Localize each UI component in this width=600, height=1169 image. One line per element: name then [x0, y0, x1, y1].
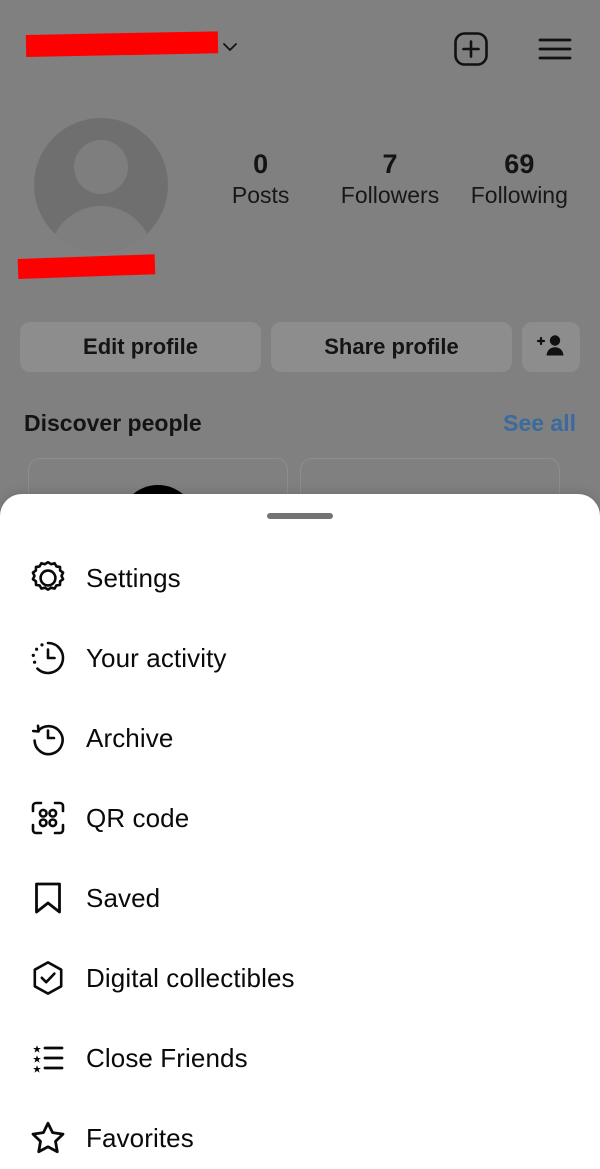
menu-item-your-activity-label: Your activity [86, 642, 227, 673]
add-person-button[interactable] [522, 322, 580, 372]
profile-action-row: Edit profile Share profile [20, 322, 580, 372]
add-person-icon [536, 331, 566, 364]
star-icon [28, 1118, 68, 1158]
menu-item-close-friends[interactable]: Close Friends [0, 1018, 600, 1098]
edit-profile-button[interactable]: Edit profile [20, 322, 261, 372]
menu-item-archive-label: Archive [86, 722, 174, 753]
menu-item-archive[interactable]: Archive [0, 698, 600, 778]
stat-posts-value: 0 [253, 149, 269, 179]
avatar-body [49, 206, 153, 252]
plus-square-icon[interactable] [452, 30, 490, 68]
menu-item-saved[interactable]: Saved [0, 858, 600, 938]
top-bar [0, 0, 600, 98]
discover-people-row: Discover people See all [24, 410, 576, 437]
default-avatar-icon[interactable] [34, 118, 168, 252]
bottom-sheet-menu: Settings Your activity Archive QR code S… [0, 494, 600, 1169]
qr-code-icon [28, 798, 68, 838]
header-actions [452, 30, 574, 68]
stat-following-value: 69 [504, 149, 535, 179]
avatar-head [74, 140, 128, 194]
menu-item-close-friends-label: Close Friends [86, 1042, 248, 1073]
stat-followers-value: 7 [382, 149, 398, 179]
menu-item-settings-label: Settings [86, 562, 181, 593]
archive-clock-back-icon [28, 718, 68, 758]
display-name-redaction-bar [17, 254, 156, 279]
menu-item-settings[interactable]: Settings [0, 538, 600, 618]
gear-icon [28, 558, 68, 598]
drag-handle[interactable] [267, 513, 333, 519]
stat-following-label: Following [470, 182, 568, 208]
menu-item-digital-collectibles-label: Digital collectibles [86, 962, 295, 993]
profile-stats: 0 Posts 7 Followers 69 Following [196, 148, 584, 210]
menu-item-your-activity[interactable]: Your activity [0, 618, 600, 698]
menu-item-saved-label: Saved [86, 882, 161, 913]
stat-following[interactable]: 69 Following [455, 148, 584, 210]
menu-item-qr-code[interactable]: QR code [0, 778, 600, 858]
suggestion-card-next[interactable] [300, 458, 560, 499]
menu-item-qr-code-label: QR code [86, 802, 190, 833]
stat-followers[interactable]: 7 Followers [325, 148, 454, 210]
stat-posts[interactable]: 0 Posts [196, 148, 325, 210]
menu-item-favorites-label: Favorites [86, 1122, 194, 1153]
bookmark-icon [28, 878, 68, 918]
stat-posts-label: Posts [231, 182, 290, 208]
username-redaction-bar [25, 31, 219, 57]
menu-item-digital-collectibles[interactable]: Digital collectibles [0, 938, 600, 1018]
chevron-down-icon[interactable] [221, 38, 239, 56]
share-profile-button[interactable]: Share profile [271, 322, 512, 372]
instagram-profile-screen: 0 Posts 7 Followers 69 Following Edit pr… [0, 0, 600, 1169]
hexagon-check-icon [28, 958, 68, 998]
activity-clock-icon [28, 638, 68, 678]
menu-item-favorites[interactable]: Favorites [0, 1098, 600, 1169]
stat-followers-label: Followers [340, 182, 440, 208]
star-list-icon [28, 1038, 68, 1078]
hamburger-menu-icon[interactable] [536, 30, 574, 68]
discover-see-all-link[interactable]: See all [503, 410, 576, 437]
discover-people-title: Discover people [24, 410, 202, 436]
sheet-menu-list: Settings Your activity Archive QR code S… [0, 538, 600, 1169]
